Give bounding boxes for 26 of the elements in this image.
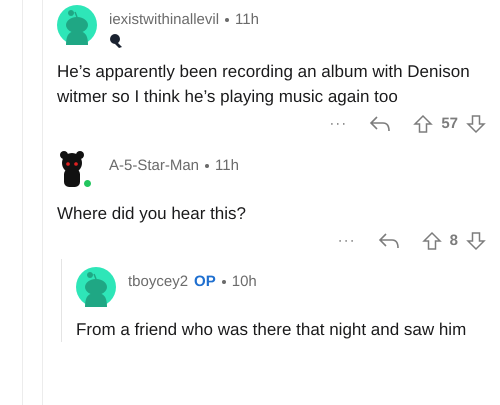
comment-text: He’s apparently been recording an album with Denison witmer so I think he’s playing music again too xyxy=(57,60,471,108)
bullet-separator xyxy=(205,164,210,168)
timestamp: 10h xyxy=(232,272,257,292)
upvote-icon[interactable] xyxy=(413,114,434,134)
downvote-icon[interactable] xyxy=(466,114,486,134)
username[interactable]: A-5-Star-Man xyxy=(109,155,200,178)
bullet-separator xyxy=(225,18,230,22)
op-label: OP xyxy=(194,272,216,292)
bullet-separator xyxy=(222,280,226,284)
reply-icon[interactable] xyxy=(369,114,392,133)
more-options-button[interactable]: ··· xyxy=(329,112,348,135)
downvote-icon[interactable] xyxy=(466,231,486,252)
username[interactable]: tboycey2 xyxy=(128,270,188,293)
reply-icon[interactable] xyxy=(378,232,400,250)
timestamp: 11h xyxy=(215,156,239,176)
more-options-button[interactable]: ··· xyxy=(338,230,356,252)
username[interactable]: iexistwithinallevil xyxy=(109,9,220,32)
comment-text: From a friend who was there that night and saw him xyxy=(76,318,468,340)
timestamp: 11h xyxy=(235,10,259,30)
vote-count: 8 xyxy=(450,231,458,251)
avatar-icon xyxy=(57,151,87,189)
upvote-icon[interactable] xyxy=(422,231,442,252)
vote-count: 57 xyxy=(441,114,458,134)
comment-text: Where did you hear this? xyxy=(57,203,247,225)
avatar-icon xyxy=(76,266,116,306)
avatar-icon xyxy=(57,5,97,45)
